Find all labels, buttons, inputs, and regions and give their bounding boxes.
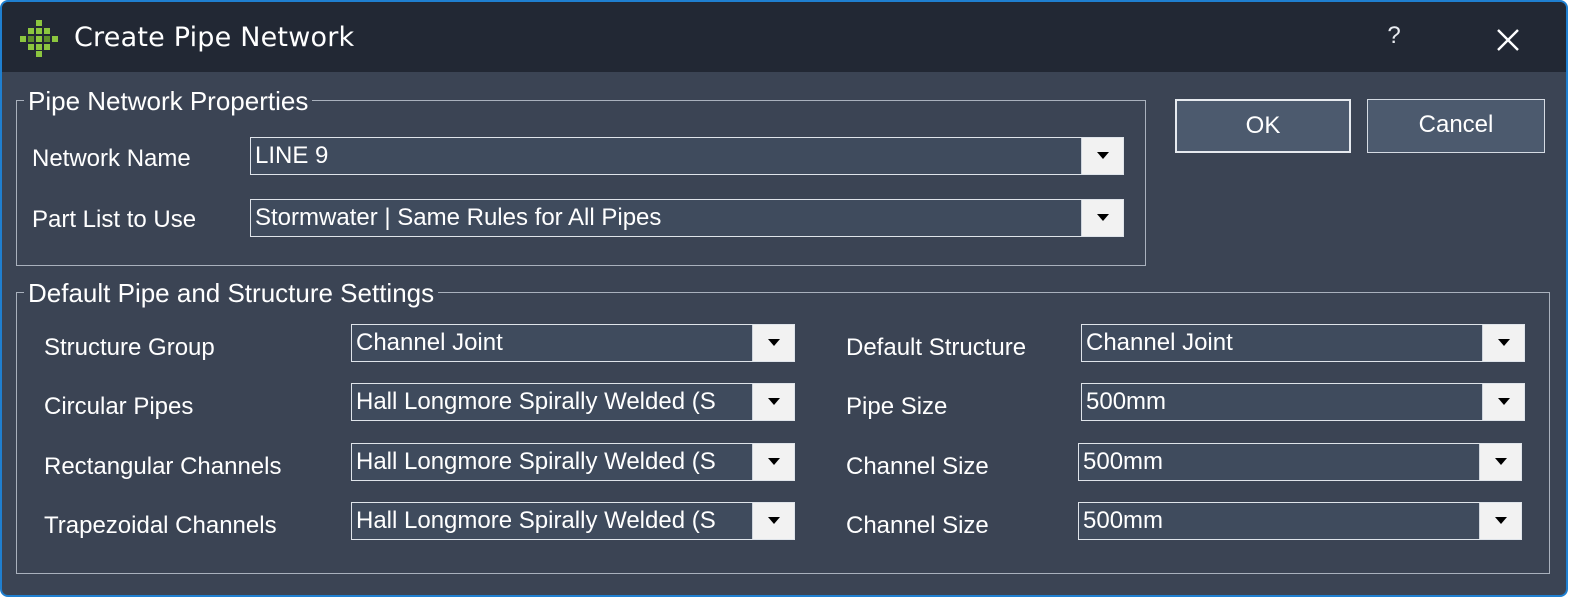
rect-channel-size-combobox[interactable]: 500mm	[1078, 443, 1522, 481]
pipe-size-label: Pipe Size	[846, 393, 948, 420]
network-name-label: Network Name	[32, 145, 191, 172]
rectangular-channels-label: Rectangular Channels	[44, 453, 282, 480]
cancel-button[interactable]: Cancel	[1367, 99, 1545, 153]
circular-pipes-value: Hall Longmore Spirally Welded (S	[356, 388, 716, 415]
chevron-down-icon	[768, 458, 780, 465]
rectangular-channels-dropdown-button[interactable]	[752, 444, 794, 480]
close-icon[interactable]	[1492, 24, 1524, 56]
pipe-network-properties-group	[16, 100, 1146, 266]
trap-channel-size-dropdown-button[interactable]	[1479, 503, 1521, 539]
title-bar[interactable]: Create Pipe Network ?	[2, 2, 1566, 72]
circular-pipes-label: Circular Pipes	[44, 393, 194, 420]
rectangular-channels-value: Hall Longmore Spirally Welded (S	[356, 448, 716, 475]
part-list-label: Part List to Use	[32, 206, 197, 233]
chevron-down-icon	[1498, 398, 1510, 405]
trapezoidal-channels-combobox[interactable]: Hall Longmore Spirally Welded (S	[351, 502, 795, 540]
part-list-combobox[interactable]: Stormwater | Same Rules for All Pipes	[250, 199, 1124, 237]
trap-channel-size-label: Channel Size	[846, 512, 989, 539]
structure-group-dropdown-button[interactable]	[752, 325, 794, 361]
default-structure-value: Channel Joint	[1086, 329, 1233, 356]
circular-pipes-combobox[interactable]: Hall Longmore Spirally Welded (S	[351, 383, 795, 421]
trapezoidal-channels-value: Hall Longmore Spirally Welded (S	[356, 507, 716, 534]
help-button[interactable]: ?	[1380, 22, 1408, 52]
default-structure-label: Default Structure	[846, 334, 1027, 361]
chevron-down-icon	[1495, 458, 1507, 465]
chevron-down-icon	[768, 339, 780, 346]
chevron-down-icon	[1498, 339, 1510, 346]
rect-channel-size-dropdown-button[interactable]	[1479, 444, 1521, 480]
dialog-title: Create Pipe Network	[74, 22, 355, 53]
network-name-combobox[interactable]: LINE 9	[250, 137, 1124, 175]
structure-group-label: Structure Group	[44, 334, 215, 361]
pipe-size-dropdown-button[interactable]	[1482, 384, 1524, 420]
network-name-dropdown-button[interactable]	[1081, 138, 1123, 174]
pipe-size-combobox[interactable]: 500mm	[1081, 383, 1525, 421]
network-name-value: LINE 9	[255, 142, 329, 169]
chevron-down-icon	[768, 517, 780, 524]
rectangular-channels-combobox[interactable]: Hall Longmore Spirally Welded (S	[351, 443, 795, 481]
default-structure-dropdown-button[interactable]	[1482, 325, 1524, 361]
default-settings-title: Default Pipe and Structure Settings	[24, 278, 439, 308]
rect-channel-size-label: Channel Size	[846, 453, 989, 480]
trapezoidal-channels-label: Trapezoidal Channels	[44, 512, 277, 539]
rect-channel-size-value: 500mm	[1083, 448, 1164, 475]
trapezoidal-channels-dropdown-button[interactable]	[752, 503, 794, 539]
chevron-down-icon	[1495, 517, 1507, 524]
part-list-value: Stormwater | Same Rules for All Pipes	[255, 204, 662, 231]
chevron-down-icon	[1097, 152, 1109, 159]
trap-channel-size-combobox[interactable]: 500mm	[1078, 502, 1522, 540]
pipe-size-value: 500mm	[1086, 388, 1167, 415]
circular-pipes-dropdown-button[interactable]	[752, 384, 794, 420]
pipe-network-app-icon	[20, 20, 58, 57]
part-list-dropdown-button[interactable]	[1081, 200, 1123, 236]
structure-group-value: Channel Joint	[356, 329, 503, 356]
trap-channel-size-value: 500mm	[1083, 507, 1164, 534]
default-structure-combobox[interactable]: Channel Joint	[1081, 324, 1525, 362]
chevron-down-icon	[768, 398, 780, 405]
structure-group-combobox[interactable]: Channel Joint	[351, 324, 795, 362]
chevron-down-icon	[1097, 214, 1109, 221]
pipe-network-properties-title: Pipe Network Properties	[24, 86, 313, 116]
create-pipe-network-dialog: Create Pipe Network ? Pipe Network Prope…	[0, 0, 1568, 597]
ok-button[interactable]: OK	[1175, 99, 1351, 153]
